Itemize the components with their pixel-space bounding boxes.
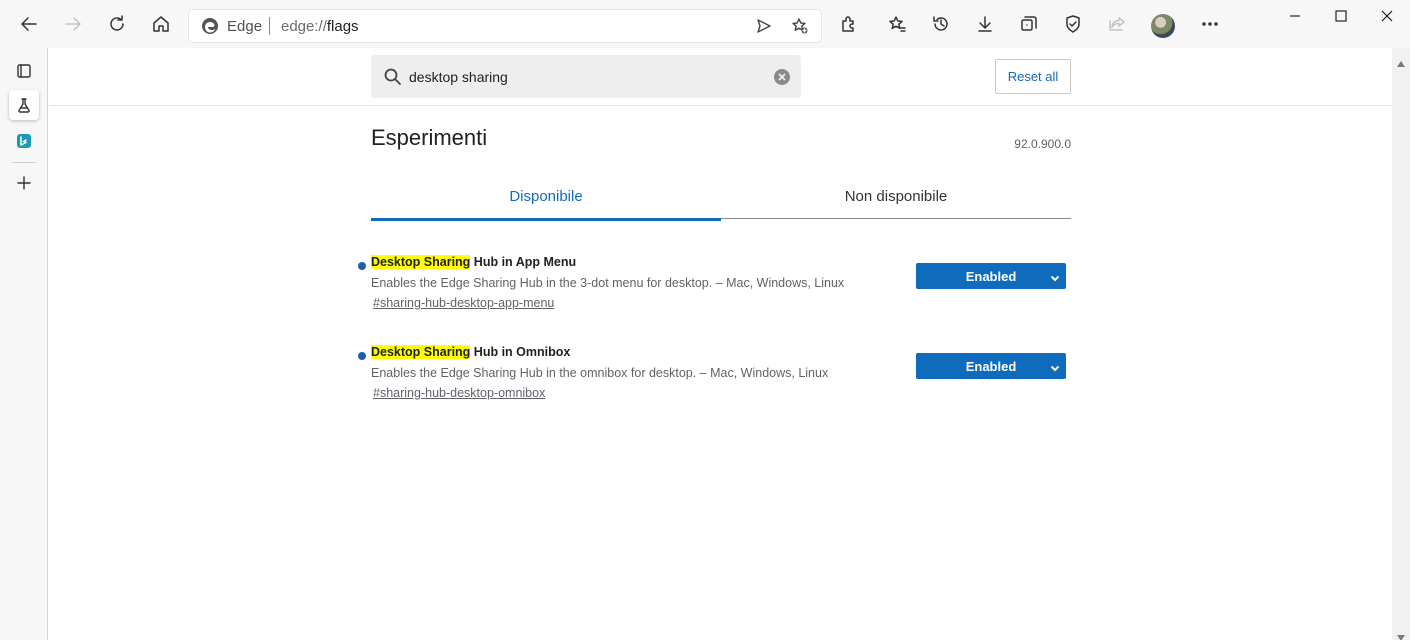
minimize-icon[interactable]: [1272, 0, 1318, 32]
forward-icon[interactable]: [58, 9, 88, 39]
chevron-down-icon: [1050, 361, 1060, 372]
scroll-down-icon[interactable]: [1397, 628, 1405, 640]
browser-essentials-icon[interactable]: [1058, 9, 1088, 39]
address-brand-label: Edge: [227, 18, 263, 35]
search-input[interactable]: [409, 66, 769, 88]
tab-unavailable[interactable]: Non disponibile: [721, 174, 1071, 219]
favorites-icon[interactable]: [882, 9, 912, 39]
vertical-tab-strip: [0, 48, 48, 640]
scroll-up-icon[interactable]: [1397, 54, 1405, 67]
back-icon[interactable]: [14, 9, 44, 39]
address-url[interactable]: edge://flags: [281, 18, 359, 35]
bing-icon[interactable]: [9, 126, 39, 156]
version-label: 92.0.900.0: [1014, 137, 1071, 151]
select-value: Enabled: [965, 268, 1017, 284]
new-tab-icon[interactable]: [9, 168, 39, 198]
experiment-item: Desktop Sharing Hub in Omnibox Enables t…: [355, 345, 1075, 409]
experiment-state-select[interactable]: Enabled: [916, 353, 1066, 379]
url-path: flags: [326, 18, 359, 35]
experiment-permalink[interactable]: #sharing-hub-desktop-app-menu: [373, 296, 554, 310]
modified-indicator: [358, 262, 366, 270]
home-icon[interactable]: [146, 9, 176, 39]
availability-tabs: Disponibile Non disponibile: [371, 174, 1071, 221]
page-scrollbar[interactable]: [1392, 48, 1410, 640]
reset-all-button[interactable]: Reset all: [995, 59, 1071, 94]
experiment-state-select[interactable]: Enabled: [916, 263, 1066, 289]
search-box[interactable]: [371, 55, 801, 98]
more-icon[interactable]: [1195, 9, 1225, 39]
downloads-icon[interactable]: [970, 9, 1000, 39]
clear-search-icon[interactable]: [774, 69, 790, 85]
url-scheme: edge://: [281, 18, 327, 35]
modified-indicator: [358, 352, 366, 360]
refresh-icon[interactable]: [102, 9, 132, 39]
profile-avatar[interactable]: [1151, 14, 1175, 38]
experiment-name-rest: Hub in Omnibox: [470, 345, 571, 359]
experiment-name-rest: Hub in App Menu: [470, 255, 577, 269]
search-icon: [383, 67, 403, 87]
browser-toolbar: Edge edge://flags: [0, 0, 1410, 48]
address-divider: [269, 17, 270, 35]
maximize-icon[interactable]: [1318, 0, 1364, 32]
flask-icon[interactable]: [9, 90, 39, 120]
extensions-icon[interactable]: [834, 9, 864, 39]
experiment-description: Enables the Edge Sharing Hub in the omni…: [371, 366, 829, 380]
chevron-down-icon: [1050, 271, 1060, 282]
tab-actions-icon[interactable]: [9, 56, 39, 86]
share-icon[interactable]: [1102, 9, 1132, 39]
address-bar[interactable]: Edge edge://flags: [189, 10, 821, 42]
experiment-name: Desktop Sharing Hub in App Menu: [371, 255, 576, 269]
close-icon[interactable]: [1364, 0, 1410, 32]
experiment-item: Desktop Sharing Hub in App Menu Enables …: [355, 255, 1075, 319]
tab-available[interactable]: Disponibile: [371, 174, 721, 221]
experiment-name: Desktop Sharing Hub in Omnibox: [371, 345, 570, 359]
vertical-tab-divider: [12, 162, 36, 163]
history-icon[interactable]: [926, 9, 956, 39]
experiment-description: Enables the Edge Sharing Hub in the 3-do…: [371, 276, 845, 290]
flags-page: Reset all Esperimenti 92.0.900.0 Disponi…: [49, 48, 1392, 640]
search-match-highlight: Desktop Sharing: [371, 255, 471, 269]
share-arrow-icon[interactable]: [751, 14, 777, 38]
edge-logo-icon: [202, 18, 218, 34]
select-value: Enabled: [965, 358, 1017, 374]
collections-icon[interactable]: [1014, 9, 1044, 39]
experiment-permalink[interactable]: #sharing-hub-desktop-omnibox: [373, 386, 545, 400]
search-header: Reset all: [49, 48, 1392, 106]
page-title: Esperimenti: [371, 125, 488, 150]
add-favorite-icon[interactable]: [787, 14, 813, 38]
search-match-highlight: Desktop Sharing: [371, 345, 471, 359]
